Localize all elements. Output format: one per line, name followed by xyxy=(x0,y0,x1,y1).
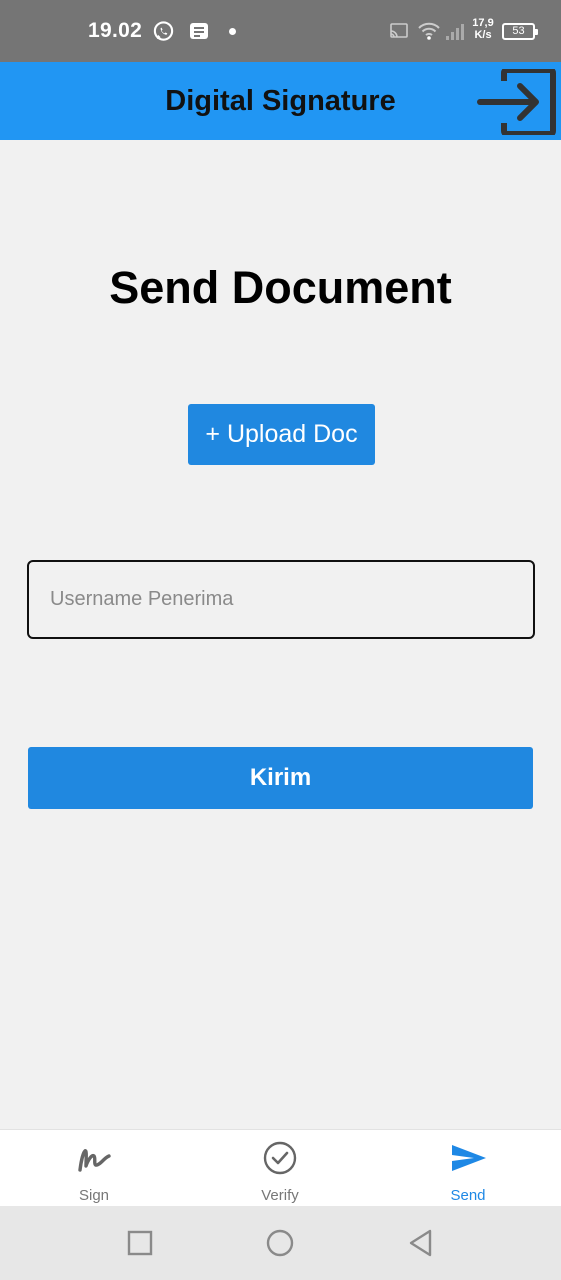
battery-level: 53 xyxy=(512,25,525,37)
nav-item-send[interactable]: Send xyxy=(408,1130,528,1207)
recipient-username-input[interactable] xyxy=(27,560,535,639)
nav-label-sign: Sign xyxy=(78,1187,110,1204)
upload-doc-button[interactable]: + Upload Doc xyxy=(188,404,375,465)
signature-icon xyxy=(78,1149,111,1172)
system-nav-bar xyxy=(0,1206,561,1280)
recent-apps-icon[interactable] xyxy=(125,1228,155,1258)
nav-item-verify[interactable]: Verify xyxy=(220,1130,340,1207)
nav-label-send: Send xyxy=(450,1187,486,1204)
wifi-icon xyxy=(416,19,442,43)
check-circle-icon xyxy=(263,1141,297,1175)
message-icon xyxy=(188,19,210,43)
home-icon[interactable] xyxy=(265,1228,295,1258)
speed-value: 17,9 xyxy=(472,17,494,29)
page-title: Send Document xyxy=(109,262,452,313)
battery-icon: 53 xyxy=(502,23,538,40)
app-bar: Digital Signature xyxy=(0,62,561,140)
send-button[interactable]: Kirim xyxy=(28,747,533,809)
whatsapp-icon xyxy=(151,19,175,43)
cast-icon xyxy=(388,19,410,43)
back-icon[interactable] xyxy=(406,1228,436,1258)
speed-unit: K/s xyxy=(474,29,492,41)
bottom-nav: Sign Verify Send xyxy=(0,1129,561,1206)
signal-icon xyxy=(444,19,466,43)
send-icon xyxy=(452,1145,486,1171)
status-time: 19.02 xyxy=(88,19,143,42)
status-bar: 19.02 17,9 K/s 53 xyxy=(0,0,561,62)
nav-label-verify: Verify xyxy=(261,1187,299,1204)
network-speed: 17,9 K/s xyxy=(471,17,495,41)
logout-button[interactable] xyxy=(476,67,556,137)
logout-icon xyxy=(477,67,556,137)
nav-item-sign[interactable]: Sign xyxy=(34,1130,154,1207)
notification-dot xyxy=(229,28,236,35)
